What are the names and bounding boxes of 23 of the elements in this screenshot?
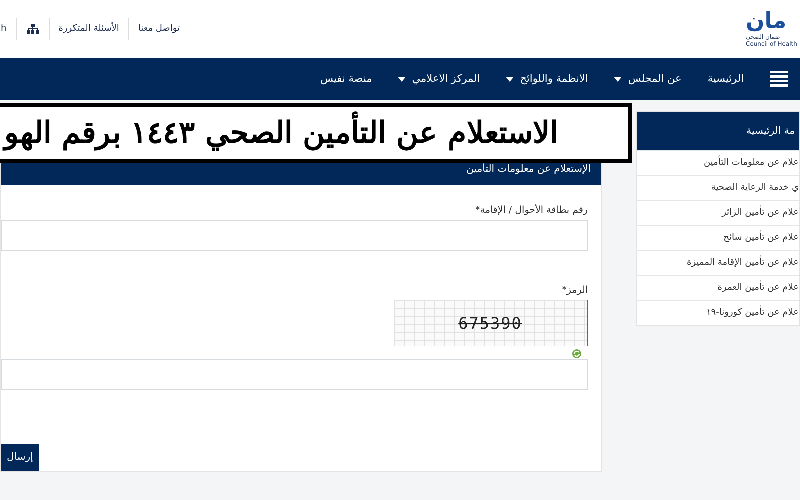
field-label: رقم بطاقة الأحوال / الإقامة*: [475, 205, 588, 216]
sitemap-icon[interactable]: [26, 24, 39, 34]
nav-item[interactable]: المركز الاعلامي: [398, 73, 480, 85]
sidebar-header: مة الرئيسية: [637, 112, 799, 150]
submit-button[interactable]: إرسال: [1, 444, 40, 471]
caret-icon: [398, 76, 406, 82]
header-link[interactable]: تواصل معنا: [128, 18, 190, 40]
refresh-icon[interactable]: [572, 349, 582, 359]
captcha-image: 675390: [394, 300, 588, 346]
title-banner: الاستعلام عن التأمين الصحي ١٤٤٣ برقم الهو: [0, 103, 632, 163]
caret-icon: [614, 76, 622, 82]
nav-item[interactable]: منصة نفيس: [320, 73, 372, 85]
header-link[interactable]: h: [1, 18, 16, 40]
code-field[interactable]: [1, 359, 588, 390]
nav-item[interactable]: عن المجلس: [614, 73, 682, 85]
menu-icon[interactable]: [770, 71, 788, 87]
nav-item[interactable]: الرئيسية: [708, 73, 744, 85]
header-link[interactable]: الأسئلة المتكررة: [48, 18, 128, 40]
field-label: الرمز*: [562, 285, 588, 296]
nav-item[interactable]: الانظمة واللوائح: [506, 73, 588, 85]
logo-mark: مان: [746, 10, 787, 34]
id-number-field[interactable]: [1, 220, 588, 251]
caret-icon: [506, 76, 514, 82]
